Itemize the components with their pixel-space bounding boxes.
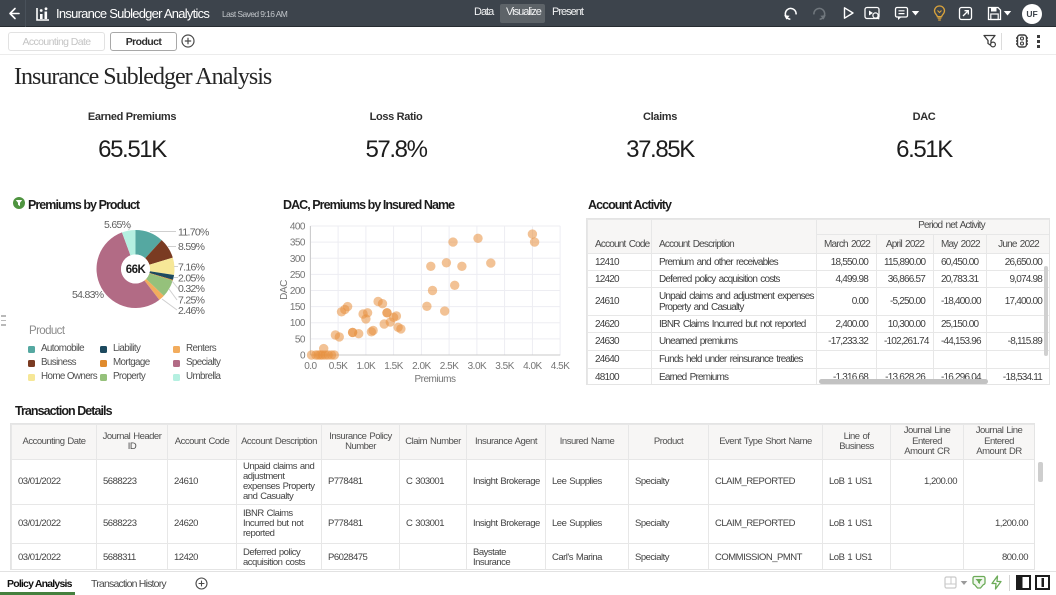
svg-text:8.59%: 8.59% — [178, 241, 205, 253]
svg-text:66K: 66K — [126, 264, 147, 276]
svg-text:300: 300 — [290, 254, 306, 265]
svg-text:150: 150 — [290, 302, 306, 313]
svg-text:0.5K: 0.5K — [329, 361, 348, 372]
svg-text:Premiums: Premiums — [414, 374, 456, 385]
svg-text:5.65%: 5.65% — [104, 219, 131, 231]
svg-text:3.0K: 3.0K — [468, 361, 487, 372]
svg-text:400: 400 — [290, 222, 306, 233]
svg-text:0: 0 — [300, 351, 306, 362]
svg-text:4.5K: 4.5K — [551, 361, 570, 372]
svg-text:3.5K: 3.5K — [495, 361, 514, 372]
svg-text:0.0: 0.0 — [304, 361, 317, 372]
svg-text:2.5K: 2.5K — [440, 361, 459, 372]
svg-text:2.46%: 2.46% — [178, 305, 205, 317]
svg-text:2.0K: 2.0K — [412, 361, 431, 372]
svg-text:DAC: DAC — [280, 280, 290, 300]
svg-text:50: 50 — [295, 334, 306, 345]
svg-text:11.70%: 11.70% — [178, 226, 209, 238]
svg-text:0.32%: 0.32% — [178, 283, 205, 295]
svg-text:1.0K: 1.0K — [357, 361, 376, 372]
svg-text:350: 350 — [290, 238, 306, 249]
svg-text:1.5K: 1.5K — [384, 361, 403, 372]
svg-text:250: 250 — [290, 270, 306, 281]
svg-text:4.0K: 4.0K — [523, 361, 542, 372]
svg-text:54.83%: 54.83% — [72, 289, 104, 301]
svg-text:200: 200 — [290, 286, 306, 297]
svg-text:100: 100 — [290, 318, 306, 329]
